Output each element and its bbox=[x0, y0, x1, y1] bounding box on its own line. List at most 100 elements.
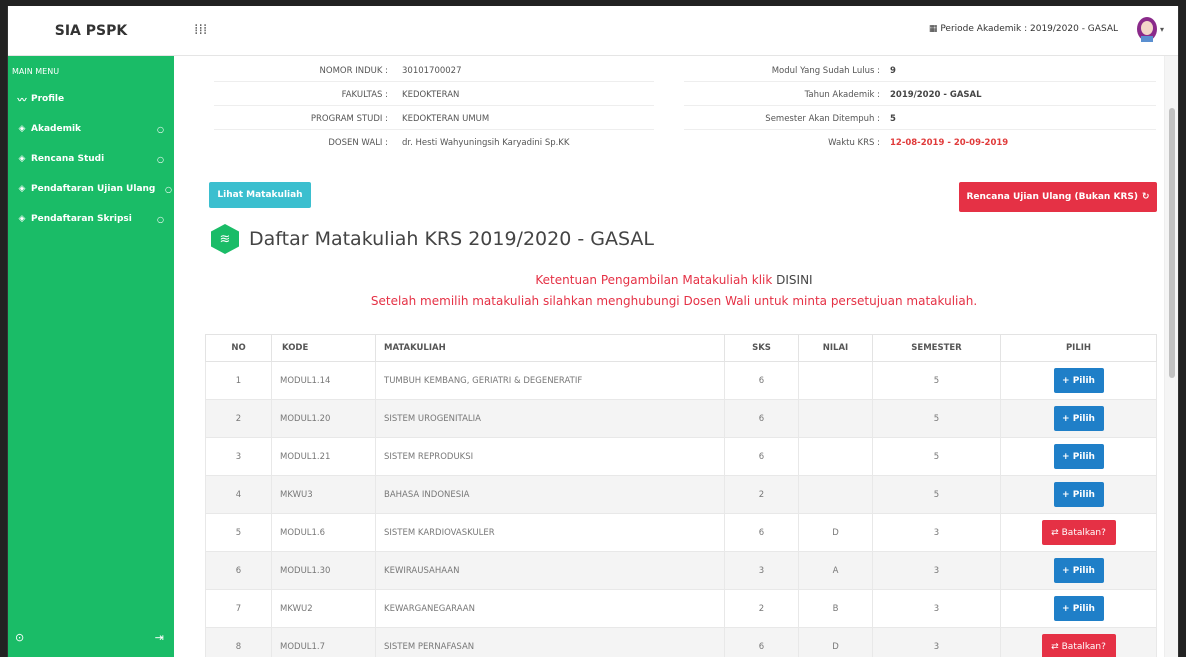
table-cell-semester: 3 bbox=[872, 551, 1001, 590]
info-label: DOSEN WALI : bbox=[328, 138, 388, 148]
table-cell-kode: MODUL1.14 bbox=[271, 361, 376, 400]
krs-notes: Ketentuan Pengambilan Matakuliah klik DI… bbox=[194, 270, 1154, 312]
info-value: 2019/2020 - GASAL bbox=[890, 89, 982, 100]
user-avatar[interactable]: ▾ bbox=[1136, 14, 1166, 44]
swap-icon: ⇄ bbox=[1051, 641, 1059, 652]
column-header: PILIH bbox=[1000, 334, 1157, 362]
table-row: 2 MODUL1.20 SISTEM UROGENITALIA 6 5 + Pilih bbox=[205, 399, 1157, 438]
table-cell-kode: MKWU3 bbox=[271, 475, 376, 514]
lihat-matakuliah-button[interactable]: Lihat Matakuliah bbox=[209, 182, 311, 208]
column-header: KODE bbox=[271, 334, 376, 362]
sidebar-item-rencana-studi[interactable]: ◈ Rencana Studi ○ bbox=[8, 144, 174, 174]
table-cell-semester: 5 bbox=[872, 361, 1001, 400]
table-cell-semester: 5 bbox=[872, 475, 1001, 514]
table-cell-sks: 2 bbox=[724, 589, 799, 628]
table-cell-sks: 6 bbox=[724, 399, 799, 438]
info-value: 30101700027 bbox=[402, 65, 462, 76]
table-header-row: NO KODE MATAKULIAH SKS NILAI SEMESTER PI… bbox=[205, 334, 1157, 362]
table-cell-semester: 3 bbox=[872, 513, 1001, 552]
column-header: MATAKULIAH bbox=[375, 334, 725, 362]
note-line-1: Ketentuan Pengambilan Matakuliah klik DI… bbox=[194, 270, 1154, 291]
swap-icon: ⇄ bbox=[1051, 527, 1059, 538]
brand-logo[interactable]: SIA PSPK bbox=[8, 6, 174, 56]
app-window: SIA PSPK ⁞⁞⁞ ▦ Periode Akademik : 2019/2… bbox=[7, 6, 1179, 657]
layers-icon: ≋ bbox=[211, 224, 239, 254]
table-row: 7 MKWU2 KEWARGANEGARAAN 2 B 3 + Pilih bbox=[205, 589, 1157, 628]
table-cell-semester: 5 bbox=[872, 399, 1001, 438]
info-label: PROGRAM STUDI : bbox=[310, 113, 388, 124]
table-cell-semester: 3 bbox=[872, 589, 1001, 628]
info-label: Modul Yang Sudah Lulus : bbox=[771, 65, 880, 76]
pilih-button[interactable]: + Pilih bbox=[1053, 444, 1104, 469]
table-cell-nilai bbox=[798, 437, 873, 476]
info-label: Tahun Akademik : bbox=[804, 89, 880, 100]
pilih-button[interactable]: + Pilih bbox=[1053, 596, 1104, 621]
disini-link[interactable]: DISINI bbox=[776, 273, 812, 287]
pilih-button[interactable]: + Pilih bbox=[1053, 368, 1104, 393]
table-cell-action: + Pilih bbox=[1000, 589, 1157, 628]
button-label: + Pilih bbox=[1062, 451, 1095, 462]
table-cell-nilai: A bbox=[798, 551, 873, 590]
table-cell-sks: 3 bbox=[724, 551, 799, 590]
pilih-button[interactable]: + Pilih bbox=[1053, 482, 1104, 507]
button-label: + Pilih bbox=[1062, 565, 1095, 576]
page-heading: ≋ Daftar Matakuliah KRS 2019/2020 - GASA… bbox=[211, 224, 654, 254]
table-cell-no: 4 bbox=[205, 475, 272, 514]
batalkan-button[interactable]: ⇄ Batalkan? bbox=[1041, 634, 1116, 657]
table-cell-no: 1 bbox=[205, 361, 272, 400]
info-value: dr. Hesti Wahyuningsih Karyadini Sp.KK bbox=[402, 138, 570, 148]
button-label: + Pilih bbox=[1062, 413, 1095, 424]
table-cell-matakuliah: BAHASA INDONESIA bbox=[375, 475, 725, 514]
calendar-icon: ▦ bbox=[928, 24, 938, 34]
sidebar-item-label: Profile bbox=[31, 94, 65, 104]
sidebar-item-akademik[interactable]: ◈ Akademik ○ bbox=[8, 114, 174, 144]
table-cell-matakuliah: SISTEM UROGENITALIA bbox=[375, 399, 725, 438]
table-cell-nilai bbox=[798, 475, 873, 514]
settings-icon[interactable]: ⊙ bbox=[15, 631, 24, 644]
logout-icon[interactable]: ⇥ bbox=[155, 631, 164, 644]
table-cell-sks: 6 bbox=[724, 513, 799, 552]
button-label: Batalkan? bbox=[1061, 527, 1106, 538]
table-cell-action: + Pilih bbox=[1000, 399, 1157, 438]
batalkan-button[interactable]: ⇄ Batalkan? bbox=[1041, 520, 1116, 545]
table-row: 5 MODUL1.6 SISTEM KARDIOVASKULER 6 D 3 ⇄ Batal… bbox=[205, 513, 1157, 552]
table-cell-no: 6 bbox=[205, 551, 272, 590]
avatar-icon bbox=[1137, 17, 1157, 42]
menu-toggle-icon[interactable]: ⁞⁞⁞ bbox=[194, 22, 207, 38]
table-cell-action: ⇄ Batalkan? bbox=[1000, 627, 1157, 657]
info-label: NOMOR INDUK : bbox=[319, 65, 388, 76]
info-value: 5 bbox=[890, 113, 896, 124]
table-cell-sks: 2 bbox=[724, 475, 799, 514]
layers-icon: ◈ bbox=[18, 124, 26, 134]
scrollbar-thumb[interactable] bbox=[1169, 108, 1175, 378]
column-header: SKS bbox=[724, 334, 799, 362]
info-row-semester: Semester Akan Ditempuh : 5 bbox=[684, 108, 1156, 130]
info-label: Semester Akan Ditempuh : bbox=[765, 113, 880, 124]
sidebar-item-profile[interactable]: 〰 Profile bbox=[8, 84, 174, 114]
table-cell-matakuliah: SISTEM KARDIOVASKULER bbox=[375, 513, 725, 552]
refresh-icon: ↻ bbox=[1141, 192, 1150, 202]
sidebar-item-ujian-ulang[interactable]: ◈ Pendaftaran Ujian Ulang ○ bbox=[8, 174, 174, 204]
sidebar-footer: ⊙ ⇥ bbox=[8, 631, 174, 651]
table-cell-matakuliah: KEWARGANEGARAAN bbox=[375, 589, 725, 628]
scrollbar[interactable] bbox=[1164, 56, 1178, 657]
chart-line-icon: 〰 bbox=[17, 95, 27, 106]
table-cell-action: + Pilih bbox=[1000, 361, 1157, 400]
info-value: KEDOKTERAN bbox=[402, 89, 460, 100]
table-cell-action: + Pilih bbox=[1000, 551, 1157, 590]
sidebar-item-skripsi[interactable]: ◈ Pendaftaran Skripsi ○ bbox=[8, 204, 174, 234]
note-line-2: Setelah memilih matakuliah silahkan meng… bbox=[370, 294, 978, 308]
button-label: Rencana Ujian Ulang (Bukan KRS) bbox=[966, 192, 1138, 202]
table-cell-nilai: B bbox=[798, 589, 873, 628]
info-row-program-studi: PROGRAM STUDI : KEDOKTERAN UMUM bbox=[214, 108, 654, 130]
table-cell-no: 7 bbox=[205, 589, 272, 628]
table-cell-kode: MODUL1.20 bbox=[271, 399, 376, 438]
expand-dot-icon: ○ bbox=[165, 184, 172, 194]
table-cell-matakuliah: SISTEM REPRODUKSI bbox=[375, 437, 725, 476]
pilih-button[interactable]: + Pilih bbox=[1053, 406, 1104, 431]
table-cell-kode: MODUL1.7 bbox=[271, 627, 376, 657]
table-cell-nilai: D bbox=[798, 627, 873, 657]
rencana-ujian-ulang-button[interactable]: Rencana Ujian Ulang (Bukan KRS) ↻ bbox=[959, 182, 1157, 212]
pilih-button[interactable]: + Pilih bbox=[1053, 558, 1104, 583]
column-header: NO bbox=[205, 334, 272, 362]
